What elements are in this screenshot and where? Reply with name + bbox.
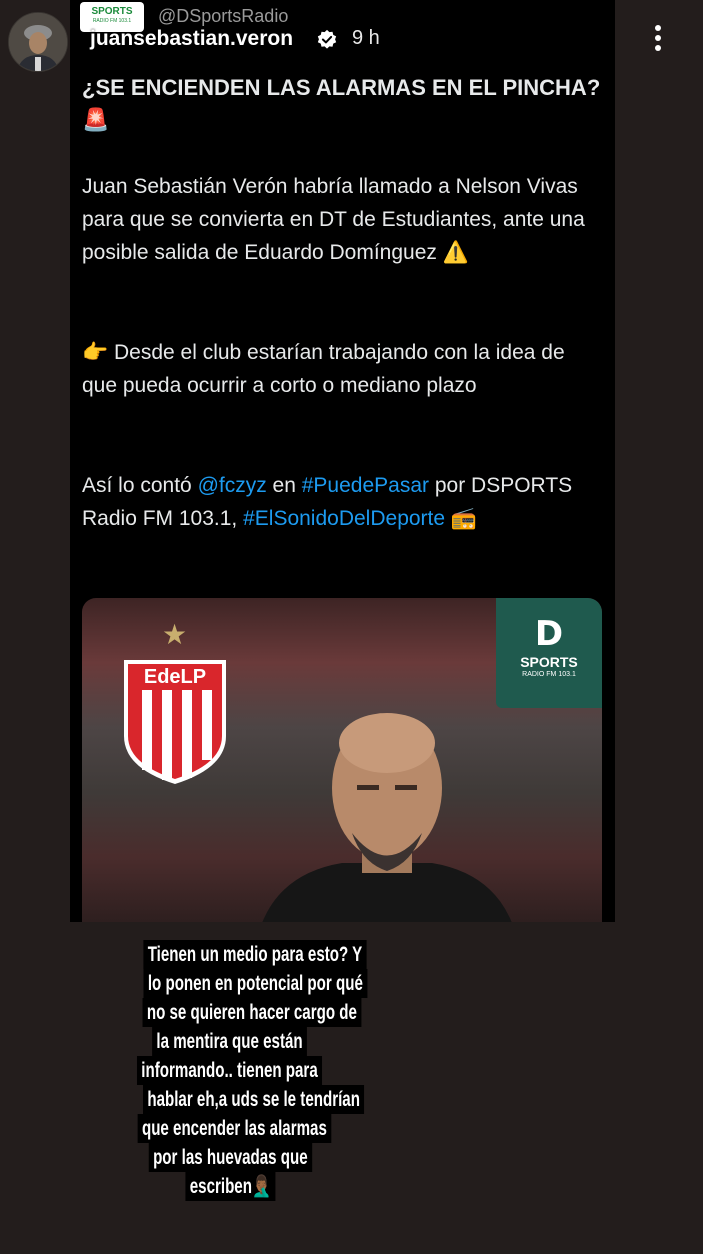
shield-text: EdeLP [144, 666, 206, 688]
dsports-badge-name: SPORTS [520, 654, 578, 670]
comment-line: no se quieren hacer cargo de [142, 998, 362, 1027]
tweet-paragraph-1: Juan Sebastián Verón habría llamado a Ne… [82, 175, 585, 264]
tweet-image: ★ EdeLP D SPORTS RADIO FM 103.1 [82, 598, 602, 922]
comment-line: hablar eh,a uds se le tendrían [143, 1085, 365, 1114]
avatar[interactable] [8, 12, 68, 72]
comment-line: lo ponen en potencial por qué [143, 969, 368, 998]
star-icon: ★ [162, 618, 188, 651]
estudiantes-shield: EdeLP [124, 660, 226, 784]
comment-line: Tienen un medio para esto? Y [143, 940, 367, 969]
verified-badge-icon [317, 29, 337, 49]
story-comment: Tienen un medio para esto? Y lo ponen en… [100, 940, 368, 1201]
tweet-paragraph-3: Así lo contó @fczyz en #PuedePasar por D… [82, 469, 602, 535]
comment-line: escriben🤦🏾‍♂️ [185, 1172, 275, 1201]
mention-link[interactable]: @fczyz [198, 474, 267, 497]
radio-emoji: 📻 [450, 507, 478, 530]
hashtag-link[interactable]: #PuedePasar [302, 474, 429, 497]
story-timestamp: 9 h [352, 27, 380, 49]
tweet-paragraph-2: 👉 Desde el club estarían trabajando con … [82, 341, 565, 397]
story-header: juansebastian.veron 9 h [0, 0, 703, 72]
tweet-text: Así lo contó [82, 474, 198, 497]
dsports-badge: D SPORTS RADIO FM 103.1 [496, 598, 602, 708]
avatar-photo [9, 13, 67, 71]
coach-photo [262, 713, 512, 922]
comment-line: por las huevadas que [148, 1143, 312, 1172]
more-vertical-icon[interactable] [646, 22, 670, 56]
tweet-title: ¿SE ENCIENDEN LAS ALARMAS EN EL PINCHA? … [82, 75, 601, 132]
comment-line: la mentira que están [152, 1027, 308, 1056]
dsports-badge-sub: RADIO FM 103.1 [522, 671, 576, 678]
hashtag-link[interactable]: #ElSonidoDelDeporte [243, 507, 445, 530]
dsports-badge-letter: D [534, 614, 564, 654]
story-username[interactable]: juansebastian.veron [90, 27, 293, 51]
tweet-text: en [266, 474, 302, 497]
comment-line: que encender las alarmas [137, 1114, 332, 1143]
comment-line: informando.. tienen para [137, 1056, 323, 1085]
